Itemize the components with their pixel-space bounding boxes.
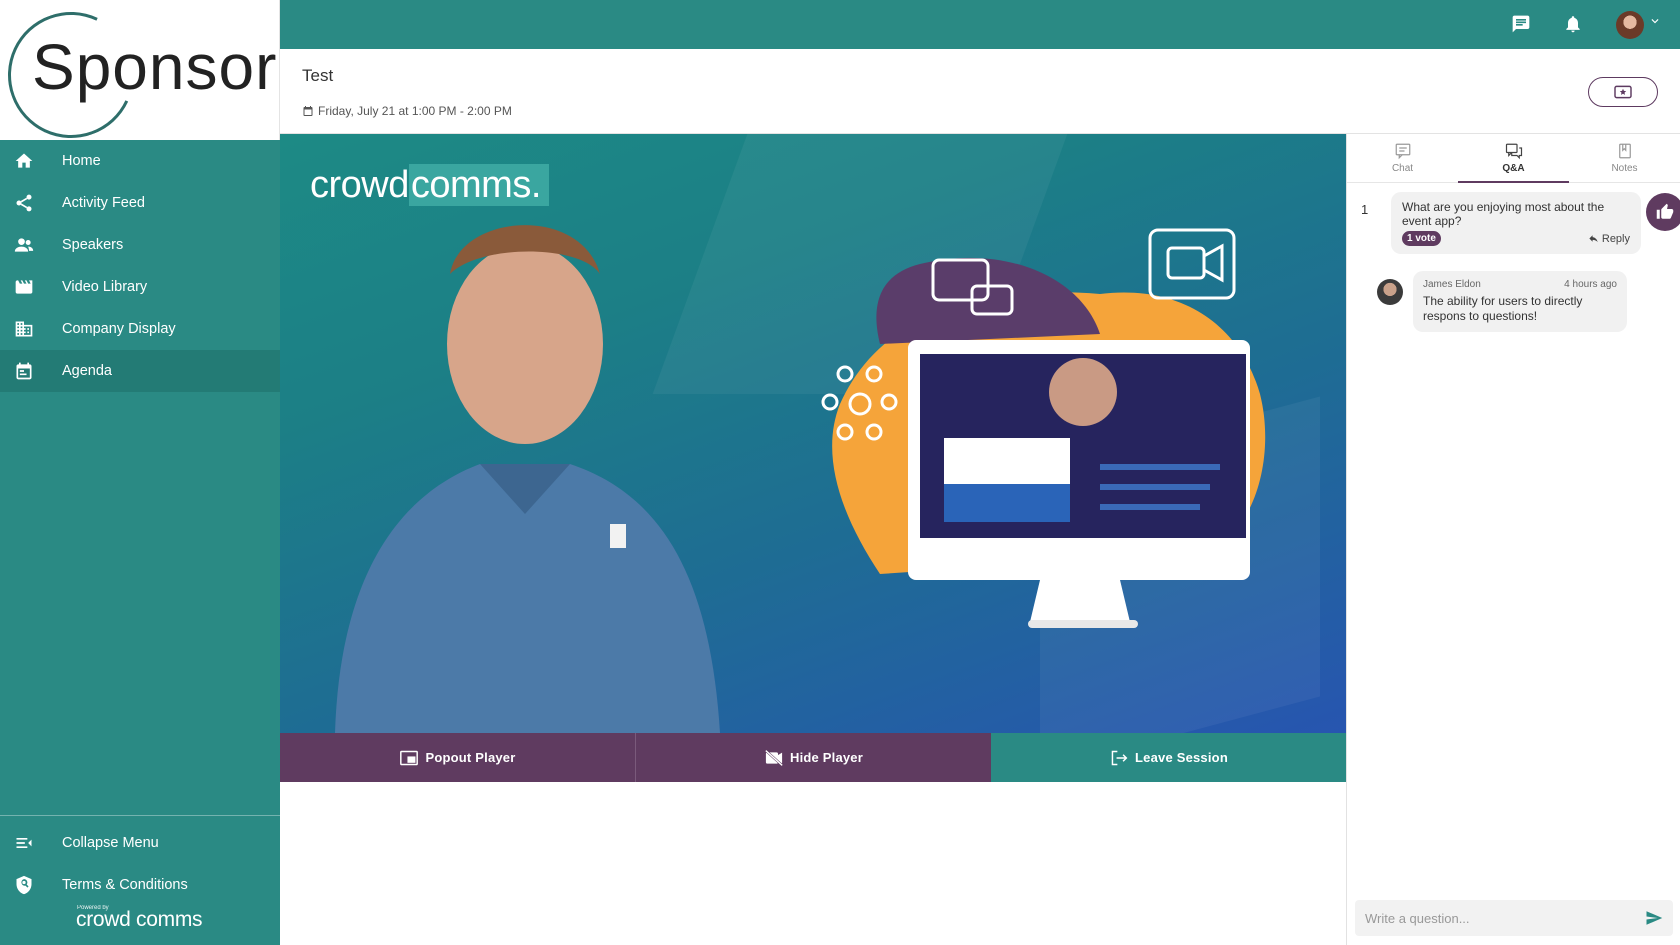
- session-title: Test: [302, 66, 334, 85]
- upvote-button[interactable]: [1646, 193, 1680, 231]
- sidebar-item-video-library[interactable]: Video Library: [0, 266, 280, 308]
- sidebar-item-speakers[interactable]: Speakers: [0, 224, 280, 266]
- tab-label: Chat: [1391, 163, 1414, 174]
- sidebar-item-label: Collapse Menu: [62, 835, 159, 851]
- video-off-icon: [764, 749, 783, 766]
- popout-label: Popout Player: [425, 750, 516, 765]
- avatar[interactable]: [1616, 11, 1644, 39]
- sidebar-item-activity-feed[interactable]: Activity Feed: [0, 182, 280, 224]
- player-controls: Popout Player Hide Player Leave Session: [280, 733, 1346, 782]
- sidebar-item-label: Video Library: [62, 279, 148, 295]
- calendar-small-icon: [303, 106, 313, 116]
- home-icon: [0, 151, 62, 171]
- sidebar-item-label: Terms & Conditions: [62, 877, 188, 893]
- question-bubble: What are you enjoying most about the eve…: [1391, 192, 1641, 254]
- shield-icon: [0, 875, 62, 895]
- sidebar-item-label: Activity Feed: [62, 195, 145, 211]
- ask-question-bar: [1355, 900, 1673, 936]
- session-header: Test Friday, July 21 at 1:00 PM - 2:00 P…: [280, 49, 1680, 134]
- top-bar: [280, 0, 1680, 49]
- tab-qa[interactable]: Q&A: [1458, 134, 1569, 183]
- sidebar-item-home[interactable]: Home: [0, 140, 280, 182]
- sidebar-item-label: Speakers: [62, 237, 124, 253]
- qa-tab-icon: [1505, 143, 1522, 160]
- vote-count-badge: 1 vote: [1402, 231, 1441, 246]
- sidebar-item-label: Agenda: [62, 363, 112, 379]
- leave-session-button[interactable]: Leave Session: [991, 733, 1346, 782]
- powered-by-text: Powered by: [77, 905, 109, 911]
- building-icon: [0, 319, 62, 339]
- sidebar-item-label: Company Display: [62, 321, 176, 337]
- exit-icon: [1111, 750, 1128, 765]
- calendar-icon: [0, 361, 62, 381]
- sidebar-item-label: Home: [62, 153, 101, 169]
- terms-conditions-link[interactable]: Terms & Conditions: [0, 864, 280, 906]
- leave-label: Leave Session: [1135, 750, 1228, 765]
- popout-player-button[interactable]: Popout Player: [280, 733, 635, 782]
- answer-time: 4 hours ago: [1564, 279, 1617, 290]
- people-icon: [0, 235, 62, 255]
- sidebar: Sponsor Home Activity Feed Speakers Vide…: [0, 0, 280, 945]
- video-frame: [335, 225, 1266, 733]
- hide-label: Hide Player: [789, 750, 863, 765]
- answer-text: The ability for users to directly respon…: [1423, 294, 1583, 323]
- chat-icon[interactable]: [1511, 14, 1531, 39]
- sponsor-logo[interactable]: Sponsor: [0, 0, 280, 140]
- powered-by-logo: Powered by crowd comms: [76, 905, 203, 931]
- powered-by-brand: crowd comms: [76, 908, 203, 931]
- sidebar-item-agenda[interactable]: Agenda: [0, 350, 280, 392]
- bell-icon[interactable]: [1563, 14, 1583, 39]
- chat-tab-icon: [1395, 143, 1410, 160]
- answer-author-avatar: [1377, 279, 1403, 305]
- sidebar-nav: Home Activity Feed Speakers Video Librar…: [0, 140, 280, 392]
- hide-player-button[interactable]: Hide Player: [635, 733, 991, 782]
- share-icon: [0, 193, 62, 213]
- logo-text: Sponsor: [32, 31, 278, 103]
- interaction-panel: Chat Q&A Notes 1 What are you enjoying m…: [1346, 134, 1680, 945]
- tab-chat[interactable]: Chat: [1347, 134, 1458, 182]
- answer-bubble: James Eldon 4 hours ago The ability for …: [1413, 271, 1627, 332]
- notes-tab-icon: [1618, 143, 1631, 159]
- thumbs-up-icon: [1656, 203, 1674, 219]
- collapse-menu-icon: [0, 833, 62, 853]
- question-footer: 1 vote Reply: [1402, 231, 1630, 246]
- panel-tabs: Chat Q&A Notes: [1347, 134, 1680, 183]
- question-input[interactable]: [1365, 910, 1645, 926]
- reply-icon: [1589, 235, 1598, 243]
- sidebar-item-company-display[interactable]: Company Display: [0, 308, 280, 350]
- tab-label: Notes: [1611, 163, 1638, 174]
- tab-label: Q&A: [1502, 163, 1525, 174]
- chevron-down-icon[interactable]: [1648, 14, 1662, 33]
- collapse-menu-button[interactable]: Collapse Menu: [0, 822, 280, 864]
- reply-label: Reply: [1601, 232, 1630, 245]
- ticket-icon: [1614, 85, 1632, 99]
- sidebar-bottom: Collapse Menu Terms & Conditions: [0, 815, 280, 906]
- answer-author: James Eldon: [1423, 279, 1481, 290]
- popout-icon: [400, 750, 419, 765]
- film-icon: [0, 277, 62, 297]
- answer-meta: James Eldon 4 hours ago: [1423, 279, 1617, 290]
- reply-button[interactable]: Reply: [1588, 233, 1630, 245]
- ticket-button[interactable]: [1588, 77, 1658, 107]
- session-date-text: Friday, July 21 at 1:00 PM - 2:00 PM: [318, 104, 512, 118]
- app-root: Sponsor Home Activity Feed Speakers Vide…: [0, 0, 1680, 945]
- session-date: Friday, July 21 at 1:00 PM - 2:00 PM: [302, 104, 512, 118]
- question-number: 1: [1361, 202, 1369, 217]
- video-player[interactable]: crowdcomms.: [280, 134, 1346, 733]
- tab-notes[interactable]: Notes: [1569, 134, 1680, 182]
- question-text: What are you enjoying most about the eve…: [1402, 200, 1605, 228]
- send-icon[interactable]: [1645, 909, 1663, 927]
